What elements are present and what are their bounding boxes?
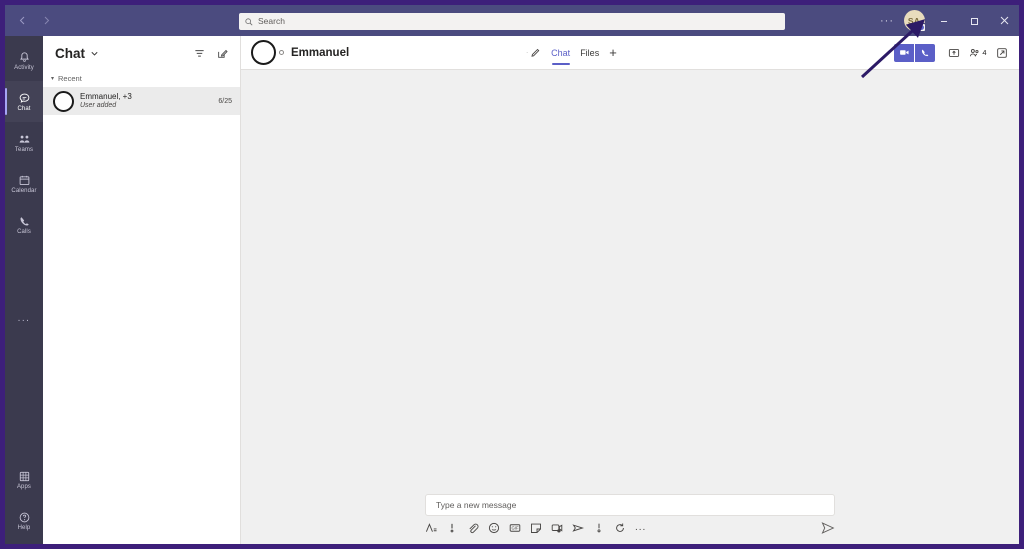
participants-count: 4 — [982, 48, 987, 57]
chat-list-header: Chat — [43, 36, 240, 70]
rail-more-apps-button[interactable]: ... — [5, 305, 43, 331]
list-item-texts: Emmanuel, +3 User added — [80, 92, 212, 109]
filter-icon[interactable] — [190, 44, 208, 62]
apps-grid-icon — [18, 470, 31, 483]
audio-call-button[interactable] — [915, 43, 935, 62]
list-item[interactable]: Emmanuel, +3 User added 6/25 — [43, 87, 240, 115]
section-label: Recent — [58, 74, 82, 83]
compose-area: Type a new message GIF ... — [241, 494, 1019, 544]
account-avatar-button[interactable]: SA — [899, 5, 929, 36]
avatar — [251, 40, 276, 65]
avatar — [53, 90, 74, 112]
popout-icon[interactable] — [992, 43, 1012, 63]
sidebar-item-calendar[interactable]: Calendar — [5, 163, 43, 204]
rail-bottom-group: Apps Help — [5, 459, 43, 544]
compose-toolbar: GIF ... — [425, 516, 835, 536]
sidebar-item-label: Activity — [14, 64, 34, 71]
title-bar: Search ··· SA — [5, 5, 1019, 36]
main-content: Emmanuel · Chat Files + 4 Type a new mes… — [241, 36, 1019, 544]
title-bar-right: ··· SA — [875, 5, 1019, 36]
edit-name-pencil-icon[interactable]: · — [526, 47, 541, 58]
stream-icon[interactable] — [572, 521, 584, 534]
list-item-title: Emmanuel, +3 — [80, 92, 132, 102]
sidebar-item-calls[interactable]: Calls — [5, 204, 43, 245]
calendar-icon — [18, 174, 31, 187]
chat-list-actions — [190, 44, 231, 62]
app-rail: Activity Chat Teams Calendar Calls ... A… — [5, 36, 43, 544]
sidebar-item-teams[interactable]: Teams — [5, 122, 43, 163]
window-body: Activity Chat Teams Calendar Calls ... A… — [5, 36, 1019, 544]
sidebar-item-label: Help — [17, 524, 31, 531]
sidebar-item-help[interactable]: Help — [5, 500, 43, 541]
tab-chat[interactable]: Chat — [551, 36, 570, 69]
sidebar-item-label: Teams — [14, 146, 34, 153]
new-chat-icon[interactable] — [213, 44, 231, 62]
search-input[interactable]: Search — [239, 13, 785, 30]
conversation-tabs: · Chat Files + — [526, 36, 617, 69]
sticker-icon[interactable] — [530, 521, 542, 534]
add-tab-icon[interactable]: + — [609, 45, 617, 60]
giphy-icon[interactable]: GIF — [509, 521, 521, 534]
page-title: Chat — [55, 45, 85, 61]
format-icon[interactable] — [425, 521, 437, 534]
search-icon — [245, 17, 253, 26]
message-area — [241, 70, 1019, 494]
help-question-icon — [18, 511, 31, 524]
chevron-right-icon: ▾ — [51, 76, 55, 82]
bell-icon — [18, 51, 31, 64]
minimize-button[interactable] — [929, 5, 959, 36]
chat-list-panel: Chat ▾ Recent Emmanuel, +3 User added 6/… — [43, 36, 241, 544]
navigation-arrows — [5, 10, 57, 32]
emoji-icon[interactable] — [488, 521, 500, 534]
close-button[interactable] — [989, 5, 1019, 36]
phone-icon — [18, 215, 31, 228]
chat-bubble-icon — [18, 92, 31, 105]
settings-and-more-button[interactable]: ··· — [875, 5, 899, 36]
more-compose-options-button[interactable]: ... — [635, 522, 646, 533]
share-screen-icon[interactable] — [944, 43, 964, 63]
list-item-timestamp: 6/25 — [218, 97, 232, 105]
praise-icon[interactable] — [593, 521, 605, 534]
back-arrow-icon[interactable] — [11, 10, 33, 32]
sidebar-item-label: Calls — [17, 228, 31, 235]
message-input[interactable]: Type a new message — [425, 494, 835, 516]
chevron-down-icon[interactable] — [90, 49, 99, 58]
conversation-header: Emmanuel · Chat Files + 4 — [241, 36, 1019, 70]
set-delivery-options-icon[interactable] — [446, 521, 458, 534]
participants-button[interactable]: 4 — [965, 43, 991, 63]
svg-text:GIF: GIF — [511, 525, 518, 530]
video-call-button[interactable] — [894, 43, 914, 62]
sidebar-item-chat[interactable]: Chat — [5, 81, 43, 122]
conversation-title: Emmanuel — [291, 46, 350, 59]
maximize-button[interactable] — [959, 5, 989, 36]
presence-indicator — [279, 50, 284, 55]
teams-window: Search ··· SA Activity Chat Teams Calend… — [0, 0, 1024, 549]
meet-now-icon[interactable] — [551, 521, 563, 534]
status-badge — [917, 23, 926, 32]
attach-file-icon[interactable] — [467, 521, 479, 534]
sidebar-item-label: Chat — [17, 105, 31, 112]
chat-list-section-header[interactable]: ▾ Recent — [43, 70, 240, 87]
sidebar-item-activity[interactable]: Activity — [5, 40, 43, 81]
teams-people-icon — [18, 133, 31, 146]
tab-files[interactable]: Files — [580, 36, 599, 69]
search-placeholder: Search — [258, 16, 285, 27]
sidebar-item-label: Calendar — [11, 187, 37, 194]
message-placeholder: Type a new message — [436, 500, 517, 510]
sidebar-item-label: Apps — [16, 483, 32, 490]
list-item-preview: User added — [80, 101, 117, 109]
conversation-header-actions: 4 — [894, 43, 1012, 63]
forward-arrow-icon[interactable] — [35, 10, 57, 32]
sidebar-item-apps[interactable]: Apps — [5, 459, 43, 500]
loop-icon[interactable] — [614, 521, 626, 534]
send-button[interactable] — [821, 521, 835, 535]
search-container: Search — [239, 13, 785, 30]
